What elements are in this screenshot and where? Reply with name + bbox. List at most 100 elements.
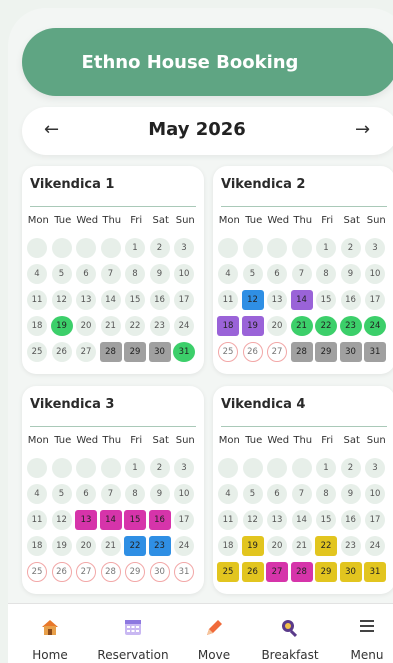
booked-day-cell[interactable]: 31 (364, 562, 386, 582)
day-cell[interactable]: 24 (174, 536, 194, 556)
day-cell[interactable]: 8 (316, 484, 336, 504)
day-cell[interactable]: 23 (149, 316, 170, 336)
booked-day-cell[interactable]: 31 (173, 342, 195, 362)
booked-day-cell[interactable]: 25 (217, 562, 239, 582)
day-cell[interactable]: 2 (340, 238, 361, 258)
day-cell[interactable]: 3 (365, 238, 385, 258)
day-cell[interactable]: 18 (27, 536, 47, 556)
day-cell[interactable]: 1 (316, 238, 336, 258)
day-cell[interactable]: 13 (267, 510, 287, 530)
day-cell[interactable]: 17 (174, 290, 194, 310)
booked-day-cell[interactable]: 28 (290, 342, 313, 362)
day-cell[interactable]: 16 (149, 290, 170, 310)
unavailable-day-cell[interactable]: 27 (76, 562, 96, 582)
day-cell[interactable]: 21 (100, 316, 121, 336)
booked-day-cell[interactable]: 30 (339, 562, 362, 582)
day-cell[interactable]: 5 (242, 484, 263, 504)
day-cell[interactable]: 17 (365, 290, 385, 310)
day-cell[interactable]: 2 (340, 458, 361, 478)
day-cell[interactable]: 16 (340, 510, 361, 530)
day-cell[interactable]: 6 (267, 264, 287, 284)
day-cell[interactable]: 21 (100, 536, 121, 556)
day-cell[interactable]: 2 (149, 458, 170, 478)
booked-day-cell[interactable]: 13 (75, 510, 97, 530)
booked-day-cell[interactable]: 29 (315, 562, 337, 582)
nav-menu[interactable]: Menu (331, 604, 393, 663)
booked-day-cell[interactable]: 29 (124, 342, 146, 362)
booked-day-cell[interactable]: 12 (241, 290, 264, 310)
day-cell[interactable]: 15 (316, 510, 336, 530)
day-cell[interactable]: 7 (291, 264, 312, 284)
unavailable-day-cell[interactable]: 26 (242, 342, 263, 362)
day-cell[interactable]: 9 (340, 264, 361, 284)
booked-day-cell[interactable]: 19 (241, 316, 264, 336)
day-cell[interactable]: 4 (27, 264, 47, 284)
day-cell[interactable]: 7 (291, 484, 312, 504)
day-cell[interactable]: 12 (242, 510, 263, 530)
day-cell[interactable]: 24 (365, 536, 385, 556)
day-cell[interactable]: 7 (100, 484, 121, 504)
day-cell[interactable]: 5 (51, 264, 72, 284)
booked-day-cell[interactable]: 22 (124, 536, 146, 556)
day-cell[interactable]: 20 (76, 316, 96, 336)
day-cell[interactable]: 24 (174, 316, 194, 336)
unavailable-day-cell[interactable]: 26 (51, 562, 72, 582)
booked-day-cell[interactable]: 15 (124, 510, 146, 530)
nav-reservation[interactable]: Reservation (97, 604, 169, 663)
booked-day-cell[interactable]: 23 (339, 316, 362, 336)
day-cell[interactable]: 18 (218, 536, 238, 556)
booked-day-cell[interactable]: 31 (364, 342, 386, 362)
day-cell[interactable]: 17 (365, 510, 385, 530)
day-cell[interactable]: 14 (291, 510, 312, 530)
day-cell[interactable]: 8 (316, 264, 336, 284)
booked-day-cell[interactable]: 18 (217, 316, 239, 336)
booked-day-cell[interactable]: 29 (315, 342, 337, 362)
day-cell[interactable]: 3 (174, 238, 194, 258)
day-cell[interactable]: 6 (76, 264, 96, 284)
day-cell[interactable]: 8 (125, 484, 145, 504)
day-cell[interactable]: 11 (27, 510, 47, 530)
day-cell[interactable]: 26 (51, 342, 72, 362)
day-cell[interactable]: 11 (218, 510, 238, 530)
day-cell[interactable]: 17 (174, 510, 194, 530)
day-cell[interactable]: 10 (365, 484, 385, 504)
nav-move[interactable]: Move (178, 604, 250, 663)
day-cell[interactable]: 1 (316, 458, 336, 478)
unavailable-day-cell[interactable]: 25 (218, 342, 238, 362)
day-cell[interactable]: 15 (125, 290, 145, 310)
day-cell[interactable]: 10 (174, 264, 194, 284)
day-cell[interactable]: 3 (365, 458, 385, 478)
booked-day-cell[interactable]: 14 (290, 290, 313, 310)
unavailable-day-cell[interactable]: 27 (267, 342, 287, 362)
day-cell[interactable]: 6 (76, 484, 96, 504)
day-cell[interactable]: 22 (125, 316, 145, 336)
day-cell[interactable]: 12 (51, 290, 72, 310)
booked-day-cell[interactable]: 27 (266, 562, 288, 582)
booked-day-cell[interactable]: 16 (148, 510, 171, 530)
day-cell[interactable]: 27 (76, 342, 96, 362)
booked-day-cell[interactable]: 19 (50, 316, 73, 336)
day-cell[interactable]: 10 (365, 264, 385, 284)
day-cell[interactable]: 20 (267, 316, 287, 336)
day-cell[interactable]: 1 (125, 458, 145, 478)
day-cell[interactable]: 15 (316, 290, 336, 310)
day-cell[interactable]: 4 (218, 264, 238, 284)
day-cell[interactable]: 18 (27, 316, 47, 336)
booked-day-cell[interactable]: 21 (290, 316, 313, 336)
nav-breakfast[interactable]: Breakfast (254, 604, 326, 663)
day-cell[interactable]: 25 (27, 342, 47, 362)
day-cell[interactable]: 21 (291, 536, 312, 556)
booked-day-cell[interactable]: 30 (339, 342, 362, 362)
next-month-button[interactable]: → (355, 119, 370, 140)
day-cell[interactable]: 5 (51, 484, 72, 504)
unavailable-day-cell[interactable]: 29 (125, 562, 145, 582)
booked-day-cell[interactable]: 14 (99, 510, 122, 530)
day-cell[interactable]: 9 (149, 264, 170, 284)
day-cell[interactable]: 20 (76, 536, 96, 556)
day-cell[interactable]: 1 (125, 238, 145, 258)
nav-home[interactable]: Home (14, 604, 86, 663)
unavailable-day-cell[interactable]: 31 (174, 562, 194, 582)
booked-day-cell[interactable]: 30 (148, 342, 171, 362)
day-cell[interactable]: 2 (149, 238, 170, 258)
booked-day-cell[interactable]: 26 (241, 562, 264, 582)
